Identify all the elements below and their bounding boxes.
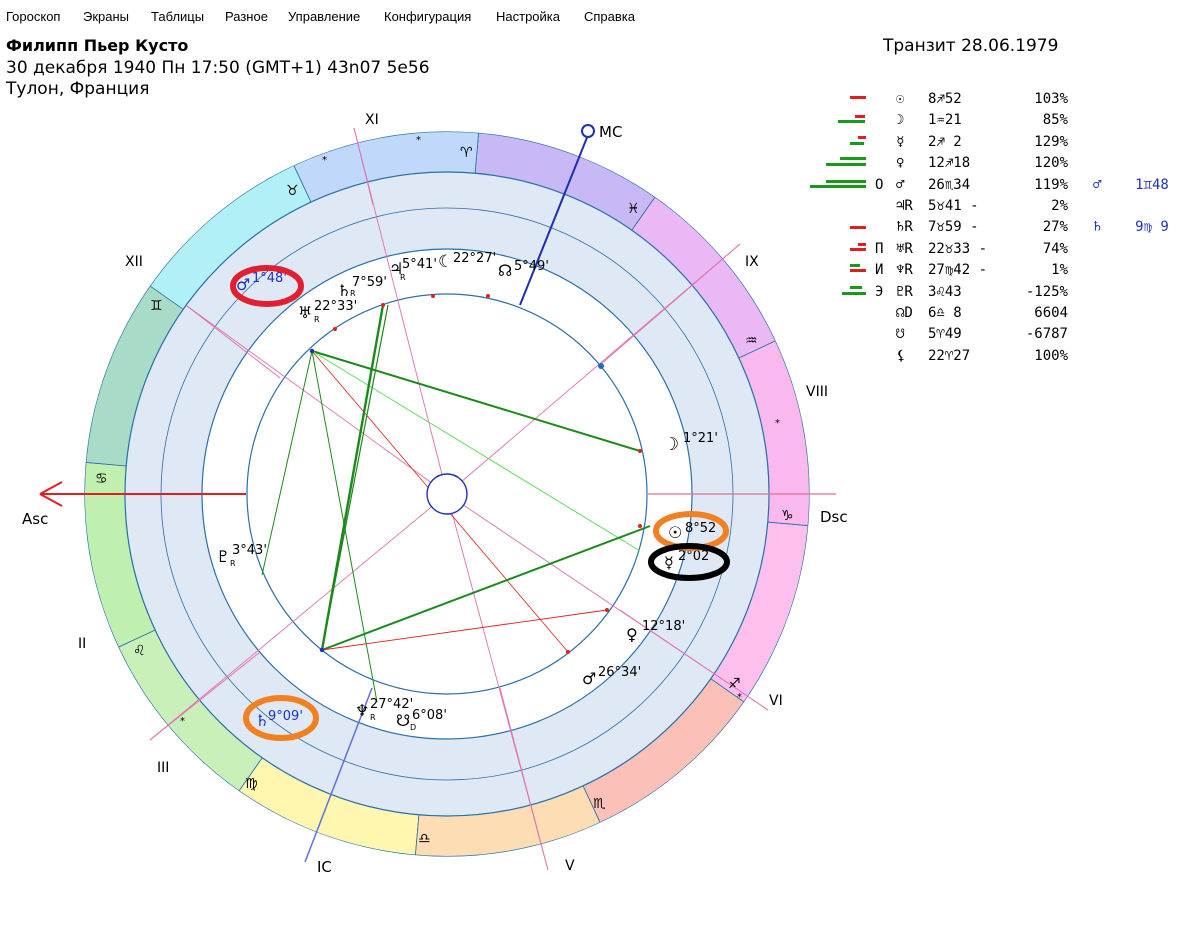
- house-label-xii: XII: [125, 254, 143, 270]
- planet-degree: 5°49': [514, 259, 549, 274]
- uranus-icon: ♅: [298, 303, 312, 322]
- neptune-icon: ♆: [355, 701, 369, 720]
- sign-pisces-icon: ♓: [627, 201, 640, 217]
- sign-aquarius-icon: ♒: [745, 333, 758, 349]
- sign-scorpio-icon: ♏: [593, 796, 606, 812]
- sign-taurus-icon: ♉: [286, 183, 299, 199]
- center-circle: [426, 473, 468, 515]
- mc-marker-icon: [581, 124, 595, 138]
- sun-icon: ☉: [668, 523, 682, 542]
- house-label-viii: VIII: [806, 384, 828, 400]
- sign-gemini-icon: ♊: [150, 298, 163, 314]
- south-node-icon: ☋: [396, 711, 410, 730]
- dsc-label: Dsc: [820, 508, 848, 526]
- planet-degree: 22°33': [314, 299, 357, 314]
- lilith-icon: ☾: [438, 252, 453, 272]
- sign-libra-icon: ♎: [418, 831, 431, 847]
- moon-icon: ☽: [663, 434, 679, 455]
- ic-label: IC: [317, 858, 332, 876]
- retrograde-mark: R: [370, 713, 376, 722]
- house-label-iii: III: [157, 760, 169, 776]
- planet-degree: 8°52: [685, 521, 716, 536]
- sign-marker-star: *: [737, 692, 742, 703]
- sign-marker-star: *: [775, 418, 780, 429]
- retrograde-mark: R: [400, 273, 406, 282]
- sign-cancer-icon: ♋: [95, 471, 108, 487]
- retrograde-mark: R: [350, 289, 356, 298]
- house-label-xi: XI: [365, 112, 379, 128]
- planet-degree: 2°02: [678, 549, 709, 564]
- planet-degree: 27°42': [370, 697, 413, 712]
- sign-virgo-icon: ♍: [245, 776, 258, 792]
- house-label-ix: IX: [745, 254, 759, 270]
- sign-aries-icon: ♈: [460, 145, 473, 161]
- house-label-vi: VI: [769, 693, 783, 709]
- retrograde-mark: R: [230, 559, 236, 568]
- house-label-v: V: [565, 858, 575, 874]
- pluto-icon: ♇: [216, 547, 230, 566]
- planet-degree: 26°34': [598, 665, 641, 680]
- mercury-icon: ☿: [664, 553, 674, 572]
- direct-mark: D: [410, 723, 416, 732]
- planet-degree: 6°08': [412, 708, 447, 723]
- sign-marker-star: *: [416, 135, 421, 146]
- planet-degree: 12°18': [642, 619, 685, 634]
- venus-icon: ♀: [626, 625, 638, 644]
- sign-sagittarius-icon: ♐: [728, 676, 741, 692]
- transit-marker-icon: [598, 363, 604, 369]
- chart-wheel[interactable]: XI XII IX VIII II III VI V Asc Dsc MC IC…: [0, 0, 1200, 925]
- sign-marker-star: *: [322, 155, 327, 166]
- planet-degree: 7°59': [352, 275, 387, 290]
- sign-leo-icon: ♌: [133, 643, 146, 659]
- sign-marker-star: *: [180, 716, 185, 727]
- mars-icon: ♂: [582, 669, 596, 688]
- planet-degree: 22°27': [453, 251, 496, 266]
- planet-degree: 5°41': [402, 257, 437, 272]
- planet-degree: 9°09': [268, 709, 303, 724]
- north-node-icon: ☊: [498, 261, 512, 280]
- planet-degree: 3°43': [232, 543, 267, 558]
- sign-capricorn-icon: ♑: [781, 508, 794, 524]
- mc-label: MC: [599, 123, 622, 141]
- house-label-ii: II: [78, 636, 86, 652]
- planet-degree: 1°21': [683, 431, 718, 446]
- asc-label: Asc: [22, 510, 48, 528]
- planet-degree: 1°48': [252, 271, 287, 286]
- retrograde-mark: R: [314, 315, 320, 324]
